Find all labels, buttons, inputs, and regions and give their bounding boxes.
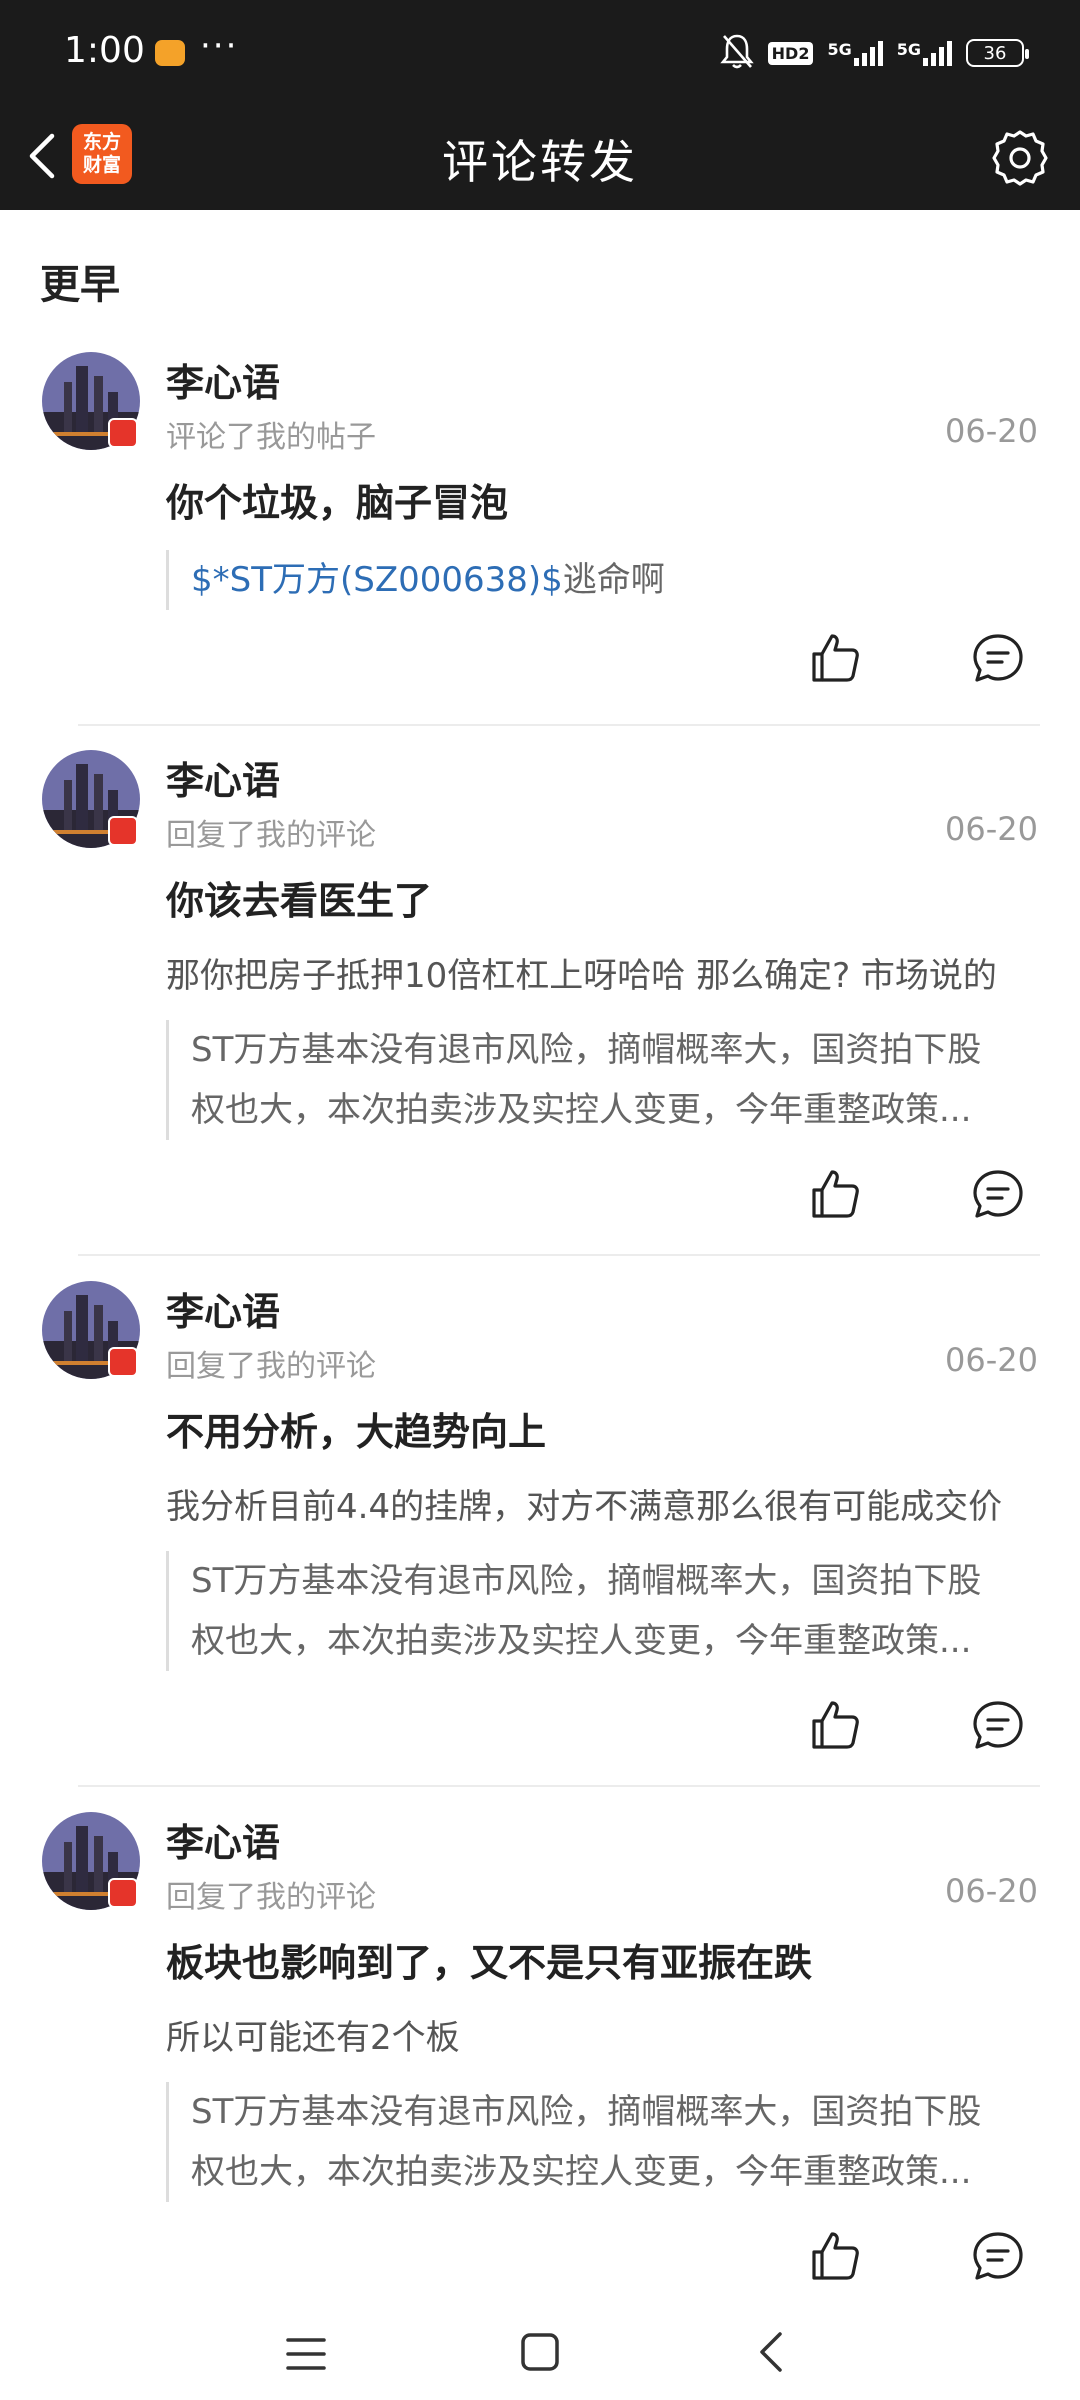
more-notifications-indicator: ··· <box>200 26 239 66</box>
badge-flag-icon <box>108 816 138 846</box>
like-button[interactable] <box>808 630 864 686</box>
thumbs-up-icon <box>812 1170 859 1218</box>
battery-icon: 36 <box>966 39 1029 67</box>
comment-bubble-icon <box>973 1170 1023 1218</box>
page-title: 评论转发 <box>442 135 638 189</box>
quote-line: ST万方基本没有退市风险，摘帽概率大，国资拍下股 <box>191 1561 982 1601</box>
system-navigation-bar <box>0 2300 1080 2400</box>
comment-text[interactable]: 你该去看医生了 <box>166 870 432 925</box>
menu-icon <box>286 2338 326 2370</box>
stock-link[interactable]: $*ST万方(SZ000638)$ <box>191 560 563 600</box>
date: 06-20 <box>945 412 1038 450</box>
like-button[interactable] <box>808 2228 864 2284</box>
status-time: 1:00 <box>64 30 145 71</box>
signal-2-label: 5G <box>896 40 921 59</box>
reply-button[interactable] <box>970 1697 1026 1753</box>
quote-line: 权也大，本次拍卖涉及实控人变更，今年重整政策... <box>191 1621 972 1661</box>
signal-1-label: 5G <box>827 40 852 59</box>
comment-text[interactable]: 你个垃圾，脑子冒泡 <box>166 472 508 527</box>
quote-line: 权也大，本次拍卖涉及实控人变更，今年重整政策... <box>191 1090 972 1130</box>
reply-button[interactable] <box>970 2228 1026 2284</box>
status-icons: HD2 5G 5G 36 <box>719 28 1029 78</box>
quote-line: ST万方基本没有退市风险，摘帽概率大，国资拍下股 <box>191 2092 982 2132</box>
settings-button[interactable] <box>988 126 1052 190</box>
quoted-comment[interactable]: ST万方基本没有退市风险，摘帽概率大，国资拍下股 权也大，本次拍卖涉及实控人变更… <box>166 1551 1017 1671</box>
gear-icon <box>992 130 1048 186</box>
reply-context[interactable]: 那你把房子抵押10倍杠杠上呀哈哈 那么确定? 市场说的 <box>166 948 1046 997</box>
chevron-left-icon <box>760 2332 782 2372</box>
quote-line: ST万方基本没有退市风险，摘帽概率大，国资拍下股 <box>191 1030 982 1070</box>
user-name[interactable]: 李心语 <box>166 750 280 805</box>
message-notification-icon <box>155 40 185 66</box>
cell-signal-2-icon: 5G <box>897 40 952 66</box>
like-button[interactable] <box>808 1697 864 1753</box>
recent-apps-button[interactable] <box>286 2336 326 2372</box>
comment-bubble-icon <box>973 1701 1023 1749</box>
badge-flag-icon <box>108 1878 138 1908</box>
thumbs-up-icon <box>812 2232 859 2280</box>
action-text: 回复了我的评论 <box>166 1349 376 1384</box>
quoted-comment[interactable]: ST万方基本没有退市风险，摘帽概率大，国资拍下股 权也大，本次拍卖涉及实控人变更… <box>166 1020 1017 1140</box>
battery-level: 36 <box>983 42 1007 64</box>
system-back-button[interactable] <box>756 2330 786 2374</box>
status-bar: 1:00 ··· HD2 5G 5G 36 <box>0 0 1080 106</box>
cell-signal-1-icon: 5G <box>827 40 883 66</box>
reply-button[interactable] <box>970 1166 1026 1222</box>
badge-flag-icon <box>108 1347 138 1377</box>
date: 06-20 <box>945 1872 1038 1910</box>
quoted-comment[interactable]: ST万方基本没有退市风险，摘帽概率大，国资拍下股 权也大，本次拍卖涉及实控人变更… <box>166 2082 1017 2202</box>
action-text: 回复了我的评论 <box>166 818 376 853</box>
date: 06-20 <box>945 810 1038 848</box>
divider <box>78 1254 1040 1256</box>
thumbs-up-icon <box>812 634 859 682</box>
action-text: 评论了我的帖子 <box>166 420 376 455</box>
divider <box>78 724 1040 726</box>
date: 06-20 <box>945 1341 1038 1379</box>
comment-text[interactable]: 不用分析，大趋势向上 <box>166 1401 546 1456</box>
user-name[interactable]: 李心语 <box>166 1812 280 1867</box>
reply-button[interactable] <box>970 630 1026 686</box>
user-name[interactable]: 李心语 <box>166 1281 280 1336</box>
badge-flag-icon <box>108 418 138 448</box>
quote-text: 逃命啊 <box>562 560 665 600</box>
bell-muted-icon <box>719 32 754 74</box>
action-text: 回复了我的评论 <box>166 1880 376 1915</box>
user-name[interactable]: 李心语 <box>166 352 280 407</box>
hd-voice-icon: HD2 <box>767 41 814 65</box>
reply-context[interactable]: 所以可能还有2个板 <box>166 2010 1046 2059</box>
square-home-icon <box>521 2333 559 2371</box>
home-button[interactable] <box>520 2332 560 2372</box>
comment-bubble-icon <box>973 634 1023 682</box>
reply-context[interactable]: 我分析目前4.4的挂牌，对方不满意那么很有可能成交价 <box>166 1479 1046 1528</box>
quoted-post[interactable]: $*ST万方(SZ000638)$逃命啊 <box>166 550 1017 610</box>
section-title-earlier: 更早 <box>40 262 120 308</box>
like-button[interactable] <box>808 1166 864 1222</box>
quote-line: 权也大，本次拍卖涉及实控人变更，今年重整政策... <box>191 2152 972 2192</box>
top-navigation-bar: 东方 财富 评论转发 <box>0 106 1080 210</box>
comment-bubble-icon <box>973 2232 1023 2280</box>
thumbs-up-icon <box>812 1701 859 1749</box>
comment-text[interactable]: 板块也影响到了，又不是只有亚振在跌 <box>166 1932 812 1987</box>
divider <box>78 1785 1040 1787</box>
